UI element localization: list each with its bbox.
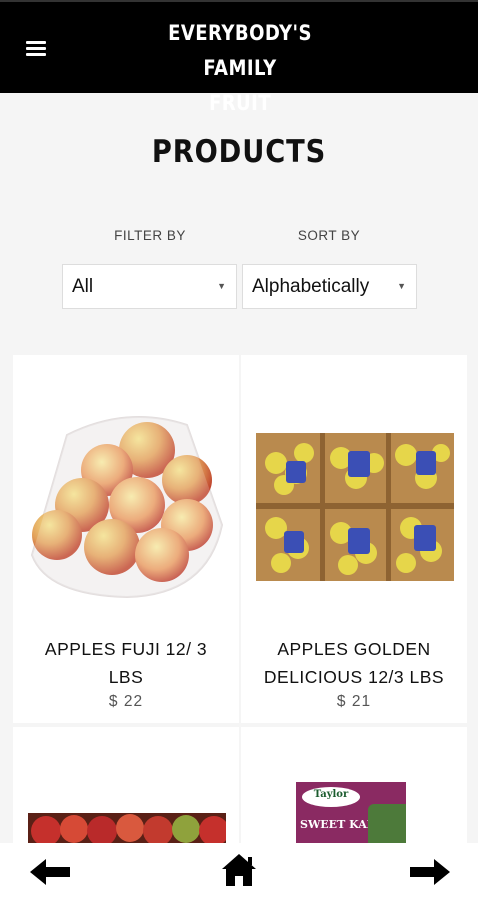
bag-of-apples-image (30, 416, 224, 599)
arrow-left-icon[interactable] (22, 843, 82, 900)
sort-select[interactable]: Alphabetically ▼ (242, 264, 417, 309)
product-name: APPLES FUJI 12/ 3 LBS (13, 635, 239, 691)
bottom-navigation (0, 843, 478, 900)
chevron-down-icon: ▼ (393, 265, 406, 308)
product-price: $ 21 (336, 693, 372, 710)
sort-select-value: Alphabetically (252, 276, 370, 297)
product-price: $ 22 (108, 693, 144, 710)
product-name-line-1: APPLES GOLDEN (277, 639, 431, 659)
boxes-of-golden-apples-image (256, 433, 454, 581)
home-icon[interactable] (209, 843, 269, 900)
product-card[interactable]: Taylor SWEET KALE (241, 727, 467, 843)
hamburger-menu-icon[interactable] (26, 41, 46, 57)
brand-line-1: EVERYBODY'S FAMILY (168, 21, 312, 80)
chevron-down-icon: ▼ (217, 281, 226, 291)
product-name-line-2: LBS (108, 667, 144, 687)
brand-line-2: FRUIT (208, 91, 272, 115)
filter-label: FILTER BY (114, 228, 186, 243)
arrow-right-icon[interactable] (398, 843, 458, 900)
product-card[interactable]: APPLES FUJI 12/ 3 LBS $ 22 (13, 355, 239, 723)
product-name-line-1: APPLES FUJI 12/ 3 (44, 639, 208, 659)
app-header: EVERYBODY'S FAMILY FRUIT (0, 0, 478, 115)
product-card[interactable] (13, 727, 239, 843)
red-apples-image (28, 813, 226, 843)
sort-label: SORT BY (297, 228, 361, 243)
filter-select-value: All (72, 276, 94, 297)
product-card[interactable]: APPLES GOLDEN DELICIOUS 12/3 LBS $ 21 (241, 355, 467, 723)
page-title: PRODUCTS (151, 134, 327, 170)
product-name-line-2: DELICIOUS 12/3 LBS (263, 667, 445, 687)
sweet-kale-bag-image: Taylor SWEET KALE (296, 782, 406, 843)
brand-title: EVERYBODY'S FAMILY FRUIT (128, 16, 352, 121)
package-brand-text: Taylor (313, 789, 349, 800)
product-name: APPLES GOLDEN DELICIOUS 12/3 LBS (241, 635, 467, 691)
filter-select[interactable]: All ▼ (62, 264, 237, 309)
